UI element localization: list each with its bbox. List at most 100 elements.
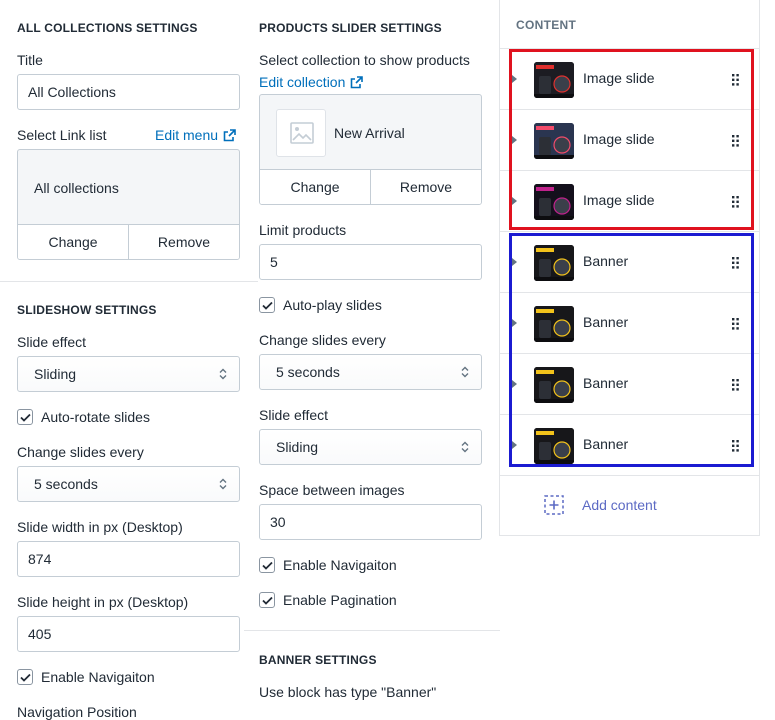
change-every-value: 5 seconds bbox=[276, 364, 340, 380]
content-block-item[interactable]: Banner bbox=[500, 353, 759, 414]
collection-name: New Arrival bbox=[334, 125, 405, 141]
all-collections-panel: ALL COLLECTIONS SETTINGS Title Select Li… bbox=[0, 0, 258, 720]
slide-effect-value: Sliding bbox=[276, 439, 319, 455]
drag-handle-icon[interactable] bbox=[732, 195, 739, 208]
space-between-input[interactable] bbox=[259, 504, 482, 540]
title-label: Title bbox=[17, 52, 43, 68]
slide-width-input[interactable] bbox=[17, 541, 240, 577]
change-every-label: Change slides every bbox=[259, 332, 386, 348]
autoplay-checkbox[interactable]: Auto-play slides bbox=[259, 297, 382, 313]
change-every-value: 5 seconds bbox=[34, 476, 98, 492]
collection-remove-button[interactable]: Remove bbox=[370, 170, 481, 204]
auto-rotate-checkbox[interactable]: Auto-rotate slides bbox=[17, 409, 150, 425]
checkbox-box[interactable] bbox=[259, 557, 275, 573]
all-collections-heading: ALL COLLECTIONS SETTINGS bbox=[17, 21, 198, 35]
checkbox-box[interactable] bbox=[259, 592, 275, 608]
block-thumbnail bbox=[534, 367, 574, 403]
drag-handle-icon[interactable] bbox=[732, 134, 739, 147]
limit-products-label: Limit products bbox=[259, 222, 347, 238]
products-slide-effect-select[interactable]: Sliding bbox=[259, 429, 482, 465]
block-label: Image slide bbox=[583, 70, 655, 86]
add-content-label: Add content bbox=[582, 497, 657, 513]
link-list-label: Select Link list bbox=[17, 127, 107, 143]
select-arrows-icon bbox=[219, 478, 227, 490]
link-list-remove-button[interactable]: Remove bbox=[128, 225, 239, 259]
slide-height-input[interactable] bbox=[17, 616, 240, 652]
change-every-label: Change slides every bbox=[17, 444, 144, 460]
content-block-item[interactable]: Image slide bbox=[500, 109, 759, 170]
content-block-item[interactable]: Banner bbox=[500, 231, 759, 292]
edit-collection-label: Edit collection bbox=[259, 74, 346, 90]
image-placeholder-icon bbox=[290, 122, 314, 144]
block-thumbnail bbox=[534, 428, 574, 464]
title-input[interactable] bbox=[17, 74, 240, 110]
collection-actions: Change Remove bbox=[260, 169, 481, 204]
checkmark-icon bbox=[19, 673, 31, 682]
content-panel: CONTENT Image slide Image slide Image slid… bbox=[499, 0, 760, 536]
checkbox-box[interactable] bbox=[17, 409, 33, 425]
drag-handle-icon[interactable] bbox=[732, 439, 739, 452]
checkbox-box[interactable] bbox=[259, 297, 275, 313]
edit-menu-link[interactable]: Edit menu bbox=[155, 127, 236, 143]
block-label: Image slide bbox=[583, 192, 655, 208]
collection-change-button[interactable]: Change bbox=[260, 170, 370, 204]
slide-effect-select[interactable]: Sliding bbox=[17, 356, 240, 392]
expand-caret-icon[interactable] bbox=[512, 75, 517, 83]
block-thumbnail bbox=[534, 62, 574, 98]
products-change-every-select[interactable]: 5 seconds bbox=[259, 354, 482, 390]
products-slider-heading: PRODUCTS SLIDER SETTINGS bbox=[259, 21, 442, 35]
section-divider bbox=[244, 630, 500, 631]
edit-menu-label: Edit menu bbox=[155, 127, 219, 143]
collection-picker: New Arrival Change Remove bbox=[259, 94, 482, 205]
add-block-icon bbox=[544, 495, 564, 515]
checkmark-icon bbox=[261, 301, 273, 310]
expand-caret-icon[interactable] bbox=[512, 258, 517, 266]
drag-handle-icon[interactable] bbox=[732, 256, 739, 269]
expand-caret-icon[interactable] bbox=[512, 136, 517, 144]
change-every-select[interactable]: 5 seconds bbox=[17, 466, 240, 502]
checkmark-icon bbox=[261, 561, 273, 570]
enable-nav-label: Enable Navigaiton bbox=[41, 669, 155, 685]
block-label: Banner bbox=[583, 314, 629, 330]
slide-height-label: Slide height in px (Desktop) bbox=[17, 594, 189, 610]
link-list-actions: Change Remove bbox=[18, 224, 239, 259]
products-enable-nav-checkbox[interactable]: Enable Navigaiton bbox=[259, 557, 397, 573]
content-block-item[interactable]: Banner bbox=[500, 292, 759, 353]
block-thumbnail bbox=[534, 184, 574, 220]
banner-settings-description: Use block has type "Banner" bbox=[259, 684, 437, 700]
checkbox-box[interactable] bbox=[17, 669, 33, 685]
edit-collection-link[interactable]: Edit collection bbox=[259, 74, 364, 90]
slide-width-label: Slide width in px (Desktop) bbox=[17, 519, 183, 535]
add-content-button[interactable]: Add content bbox=[544, 495, 657, 515]
external-link-icon bbox=[351, 76, 364, 89]
content-block-item[interactable]: Banner bbox=[500, 414, 759, 475]
drag-handle-icon[interactable] bbox=[732, 378, 739, 391]
expand-caret-icon[interactable] bbox=[512, 319, 517, 327]
drag-handle-icon[interactable] bbox=[732, 317, 739, 330]
content-heading: CONTENT bbox=[516, 18, 577, 32]
space-between-label: Space between images bbox=[259, 482, 405, 498]
expand-caret-icon[interactable] bbox=[512, 197, 517, 205]
drag-handle-icon[interactable] bbox=[732, 73, 739, 86]
content-block-item[interactable]: Image slide bbox=[500, 48, 759, 109]
block-thumbnail bbox=[534, 123, 574, 159]
expand-caret-icon[interactable] bbox=[512, 441, 517, 449]
link-list-value: All collections bbox=[34, 180, 119, 196]
slide-effect-label: Slide effect bbox=[17, 334, 87, 350]
content-block-item[interactable]: Image slide bbox=[500, 170, 759, 231]
slide-effect-value: Sliding bbox=[34, 366, 77, 382]
select-collection-label: Select collection to show products bbox=[259, 52, 470, 68]
enable-pagination-checkbox[interactable]: Enable Pagination bbox=[259, 592, 397, 608]
products-slider-panel: PRODUCTS SLIDER SETTINGS Select collecti… bbox=[244, 0, 500, 719]
limit-products-input[interactable] bbox=[259, 244, 482, 280]
link-list-change-button[interactable]: Change bbox=[18, 225, 128, 259]
slide-effect-label: Slide effect bbox=[259, 407, 329, 423]
block-thumbnail bbox=[534, 245, 574, 281]
slideshow-heading: SLIDESHOW SETTINGS bbox=[17, 303, 157, 317]
expand-caret-icon[interactable] bbox=[512, 380, 517, 388]
block-label: Banner bbox=[583, 436, 629, 452]
autoplay-label: Auto-play slides bbox=[283, 297, 382, 313]
slideshow-enable-nav-checkbox[interactable]: Enable Navigaiton bbox=[17, 669, 155, 685]
auto-rotate-label: Auto-rotate slides bbox=[41, 409, 150, 425]
select-arrows-icon bbox=[461, 366, 469, 378]
